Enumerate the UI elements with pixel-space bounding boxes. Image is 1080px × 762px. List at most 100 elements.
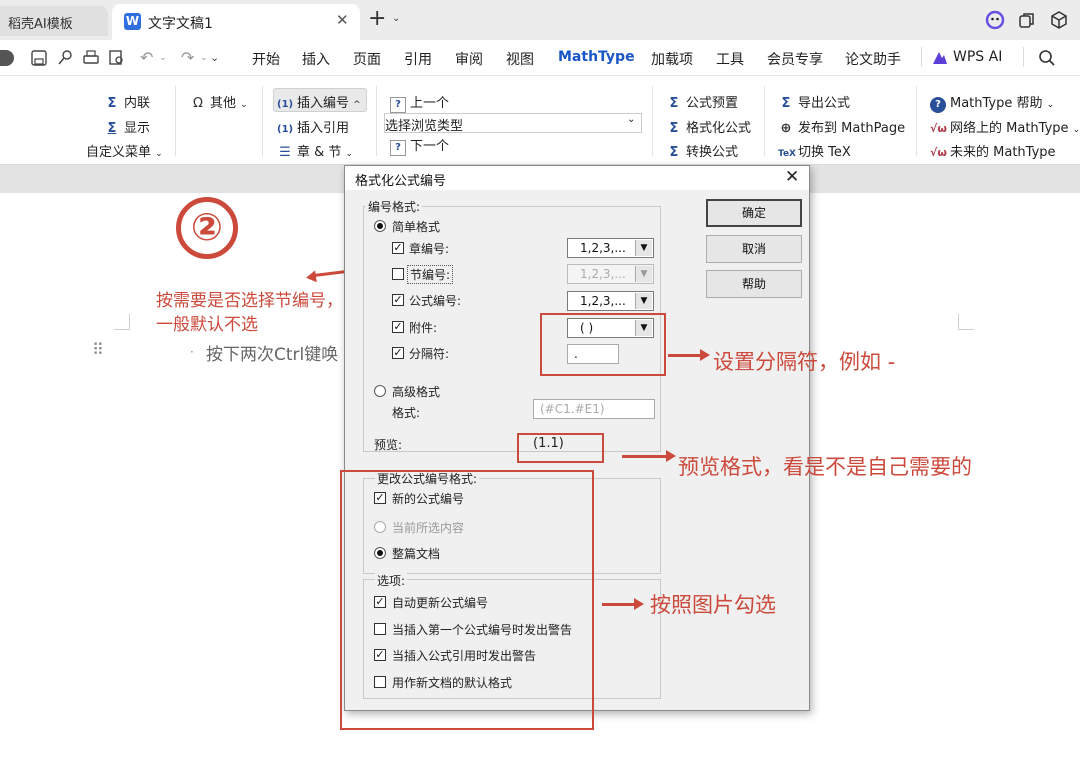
- publish-label: 发布到 MathPage: [798, 121, 906, 136]
- chevron-down-icon: ⌄: [345, 149, 354, 159]
- ai-assistant-icon[interactable]: [985, 10, 1005, 30]
- chapter-number-select[interactable]: 1,2,3,... ▼: [567, 238, 654, 258]
- tab-document[interactable]: W 文字文稿1 ✕: [112, 4, 360, 40]
- new-tab-icon[interactable]: +: [368, 8, 386, 30]
- future-label: 未来的 MathType: [950, 145, 1056, 160]
- print-icon[interactable]: [82, 49, 100, 67]
- mathtype-online-button[interactable]: √ω 网络上的 MathType ⌄: [930, 117, 1080, 136]
- equation-preset-button[interactable]: Σ 公式预置: [666, 92, 738, 111]
- menu-review[interactable]: 审阅: [455, 49, 483, 69]
- toggle-icon[interactable]: [0, 50, 14, 66]
- close-tab-icon[interactable]: ✕: [336, 11, 349, 29]
- drag-handle-icon[interactable]: ⠿: [92, 340, 104, 359]
- menu-tools[interactable]: 工具: [716, 49, 744, 69]
- other-symbols-button[interactable]: Ω 其他 ⌄: [190, 92, 248, 111]
- sigma-icon: Σ: [107, 96, 117, 111]
- convert-sigma-icon: Σ: [669, 145, 679, 160]
- insert-number-button[interactable]: (1) 插入编号 ^: [277, 92, 361, 111]
- bullet-dot: ·: [190, 345, 194, 359]
- chapter-section-label: 章 & 节: [297, 145, 342, 160]
- menu-page[interactable]: 页面: [353, 49, 381, 69]
- next-button[interactable]: ? 下一个: [390, 135, 449, 156]
- toggle-tex-button[interactable]: TeX 切换 TeX: [778, 141, 851, 160]
- wps-writer-icon: W: [124, 13, 141, 30]
- close-icon[interactable]: ✕: [785, 167, 799, 187]
- chevron-down-icon: ⌄: [1046, 100, 1055, 110]
- chevron-down-icon[interactable]: ⌄: [392, 13, 400, 24]
- format-string-input[interactable]: (#C1.#E1): [533, 399, 655, 419]
- convert-equation-button[interactable]: Σ 转换公式: [666, 141, 738, 160]
- browse-type-select[interactable]: 选择浏览类型 ⌄: [384, 113, 642, 134]
- save-icon[interactable]: [30, 49, 48, 67]
- previous-label: 上一个: [410, 96, 450, 111]
- dropdown-arrow-icon: ▼: [635, 266, 652, 282]
- display-equation-button[interactable]: Σ 显示: [104, 117, 150, 136]
- print-preview-icon[interactable]: [108, 49, 126, 67]
- page-corner-marker: [958, 314, 974, 330]
- browse-type-label: 选择浏览类型: [385, 119, 464, 134]
- chevron-down-icon: ⌄: [1072, 125, 1080, 135]
- ribbon-separator: [916, 86, 917, 156]
- simple-format-label: 简单格式: [392, 220, 441, 234]
- previous-button[interactable]: ? 上一个: [390, 92, 449, 113]
- more-quick-access-icon[interactable]: ⌄: [210, 51, 219, 64]
- menu-references[interactable]: 引用: [404, 49, 432, 69]
- equation-number-select[interactable]: 1,2,3,... ▼: [567, 291, 654, 311]
- format-equation-button[interactable]: Σ 格式化公式: [666, 117, 751, 136]
- menu-mathtype[interactable]: MathType: [558, 49, 635, 65]
- menu-member[interactable]: 会员专享: [767, 49, 823, 69]
- menu-thesis-assistant[interactable]: 论文助手: [845, 49, 901, 69]
- advanced-format-radio[interactable]: [374, 385, 386, 397]
- separator-checkbox[interactable]: ✓: [392, 347, 404, 359]
- section-number-checkbox[interactable]: [392, 268, 404, 280]
- simple-format-radio[interactable]: [374, 220, 386, 232]
- format-equation-label: 格式化公式: [686, 121, 752, 136]
- chevron-up-icon: ^: [353, 100, 361, 110]
- chapter-number-label: 章编号:: [409, 242, 450, 256]
- cancel-button[interactable]: 取消: [706, 235, 802, 263]
- undo-dropdown-icon[interactable]: ⌄: [159, 53, 167, 63]
- search-icon[interactable]: [1038, 49, 1056, 67]
- menu-addins[interactable]: 加载项: [651, 49, 693, 69]
- menu-view[interactable]: 视图: [506, 49, 534, 69]
- chapter-section-button[interactable]: ☰ 章 & 节 ⌄: [277, 141, 353, 160]
- equation-number-checkbox[interactable]: ✓: [392, 294, 404, 306]
- section-number-select[interactable]: 1,2,3,... ▼: [567, 264, 654, 284]
- ok-button[interactable]: 确定: [706, 199, 802, 227]
- insert-reference-button[interactable]: (1) 插入引用: [277, 117, 349, 136]
- publish-mathpage-button[interactable]: ⊕ 发布到 MathPage: [778, 117, 906, 136]
- inline-equation-button[interactable]: Σ 内联: [104, 92, 150, 111]
- tex-icon: TeX: [778, 149, 796, 159]
- tab-ai-template[interactable]: 稻壳AI模板: [0, 6, 108, 36]
- omega-icon: Ω: [193, 96, 203, 111]
- enclosure-label: 附件:: [409, 321, 438, 335]
- cube-icon[interactable]: [1049, 10, 1069, 30]
- reference-icon: (1): [277, 124, 294, 135]
- dropdown-arrow-icon: ▼: [635, 240, 652, 256]
- ribbon-separator: [764, 86, 765, 156]
- annotation-arrow: [602, 603, 636, 606]
- redo-dropdown-icon[interactable]: ⌄: [200, 53, 208, 63]
- toggle-tex-label: 切换 TeX: [798, 145, 851, 160]
- mathtype-help-button[interactable]: ? MathType 帮助 ⌄: [930, 92, 1054, 113]
- redo-icon[interactable]: ↷: [181, 48, 194, 67]
- menu-home[interactable]: 开始: [252, 49, 280, 69]
- custom-menu-button[interactable]: 自定义菜单 ⌄: [86, 141, 163, 160]
- enclosure-checkbox[interactable]: ✓: [392, 321, 404, 333]
- list-icon: ☰: [279, 145, 291, 160]
- ribbon-separator: [376, 86, 377, 156]
- sigma-underline-icon: Σ: [107, 121, 117, 136]
- export-equation-button[interactable]: Σ 导出公式: [778, 92, 850, 111]
- menu-wps-ai[interactable]: WPS AI: [953, 49, 1002, 65]
- key-icon[interactable]: [56, 49, 74, 67]
- help-box-icon: ?: [390, 97, 406, 113]
- future-mathtype-button[interactable]: √ω 未来的 MathType: [930, 141, 1056, 160]
- document-body-text[interactable]: 按下两次Ctrl键唤: [206, 340, 338, 365]
- undo-icon[interactable]: ↶: [140, 48, 153, 67]
- menu-insert[interactable]: 插入: [302, 49, 330, 69]
- other-label: 其他: [210, 96, 237, 111]
- help-button[interactable]: 帮助: [706, 270, 802, 298]
- window-restore-icon[interactable]: [1017, 10, 1037, 30]
- title-tab-bar: 稻壳AI模板 W 文字文稿1 ✕ + ⌄: [0, 0, 1080, 40]
- chapter-number-checkbox[interactable]: ✓: [392, 242, 404, 254]
